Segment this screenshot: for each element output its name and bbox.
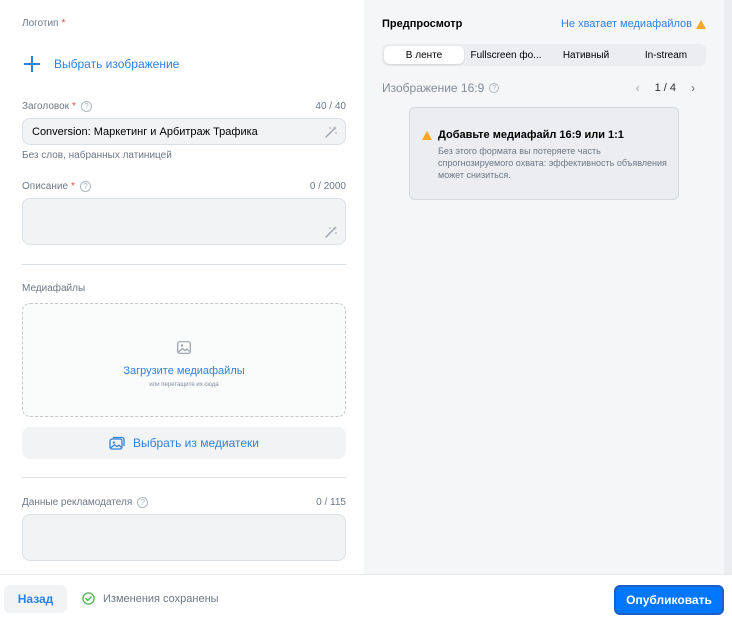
choose-image-button[interactable]: Выбрать изображение (22, 54, 179, 74)
back-button[interactable]: Назад (4, 585, 67, 613)
image-icon (177, 341, 191, 354)
help-icon[interactable]: ? (489, 83, 500, 93)
advertiser-textarea[interactable] (22, 514, 346, 561)
required-mark: * (71, 181, 75, 192)
advertiser-counter: 0 / 115 (316, 497, 346, 508)
check-circle-icon (82, 592, 95, 605)
divider (22, 264, 346, 265)
magic-wand-icon[interactable] (324, 225, 338, 239)
help-icon[interactable]: ? (137, 497, 149, 508)
warning-icon (696, 19, 706, 29)
chevron-left-icon[interactable]: ‹ (631, 81, 645, 95)
magic-wand-icon[interactable] (324, 125, 338, 139)
drag-hint: или перетащите их сюда (149, 382, 219, 388)
headline-value: Conversion: Маркетинг и Арбитраж Трафика (32, 126, 258, 138)
preview-title: Предпросмотр (382, 18, 463, 30)
required-mark: * (72, 101, 76, 112)
choose-from-library-button[interactable]: Выбрать из медиатеки (22, 427, 346, 459)
publish-button[interactable]: Опубликовать (614, 585, 724, 615)
divider (22, 477, 346, 478)
chevron-right-icon[interactable]: › (686, 81, 700, 95)
format-pager: ‹ 1 / 4 › (631, 81, 700, 95)
description-label: Описание * ? (22, 181, 91, 192)
missing-format-notice: Добавьте медиафайл 16:9 или 1:1 Без этог… (409, 107, 679, 200)
preview-panel: Предпросмотр Не хватает медиафайлов В ле… (364, 0, 724, 574)
required-mark: * (61, 18, 66, 29)
tab-feed[interactable]: В ленте (384, 46, 464, 64)
save-status: Изменения сохранены (82, 592, 219, 605)
headline-input[interactable]: Conversion: Маркетинг и Арбитраж Трафика (22, 118, 346, 145)
footer-bar: Назад Изменения сохранены Опубликовать (0, 574, 732, 618)
plus-icon (22, 54, 42, 74)
warning-icon (422, 130, 432, 140)
media-dropzone[interactable]: Загрузите медиафайлы или перетащите их с… (22, 303, 346, 417)
tab-instream[interactable]: In-stream (626, 44, 706, 66)
upload-media-link[interactable]: Загрузите медиафайлы (23, 365, 345, 377)
missing-media-link[interactable]: Не хватает медиафайлов (561, 18, 706, 30)
preview-tabs: В ленте Fullscreen фо... Нативный In-str… (382, 44, 706, 66)
notice-body: Без этого формата вы потеряете часть спр… (438, 146, 667, 180)
headline-label: Заголовок * ? (22, 101, 92, 112)
choose-image-label: Выбрать изображение (54, 57, 180, 71)
ad-form-panel: Логотип * Выбрать изображение Заголовок * … (0, 0, 364, 574)
media-label: Медиафайлы (22, 283, 86, 294)
pager-counter: 1 / 4 (654, 82, 676, 94)
advertiser-label: Данные рекламодателя ? (22, 497, 149, 508)
description-textarea[interactable] (22, 198, 346, 245)
tab-native[interactable]: Нативный (546, 44, 626, 66)
tab-fullscreen[interactable]: Fullscreen фо... (466, 44, 546, 66)
help-icon[interactable]: ? (80, 101, 92, 112)
notice-title: Добавьте медиафайл 16:9 или 1:1 (422, 129, 624, 141)
choose-from-library-label: Выбрать из медиатеки (133, 436, 259, 450)
headline-counter: 40 / 40 (315, 101, 346, 112)
gallery-icon (109, 436, 125, 450)
description-counter: 0 / 2000 (309, 181, 346, 192)
format-label: Изображение 16:9 ? (382, 81, 500, 95)
headline-hint: Без слов, набранных латиницей (22, 150, 172, 161)
help-icon[interactable]: ? (79, 181, 91, 192)
logo-label: Логотип * (22, 18, 66, 29)
